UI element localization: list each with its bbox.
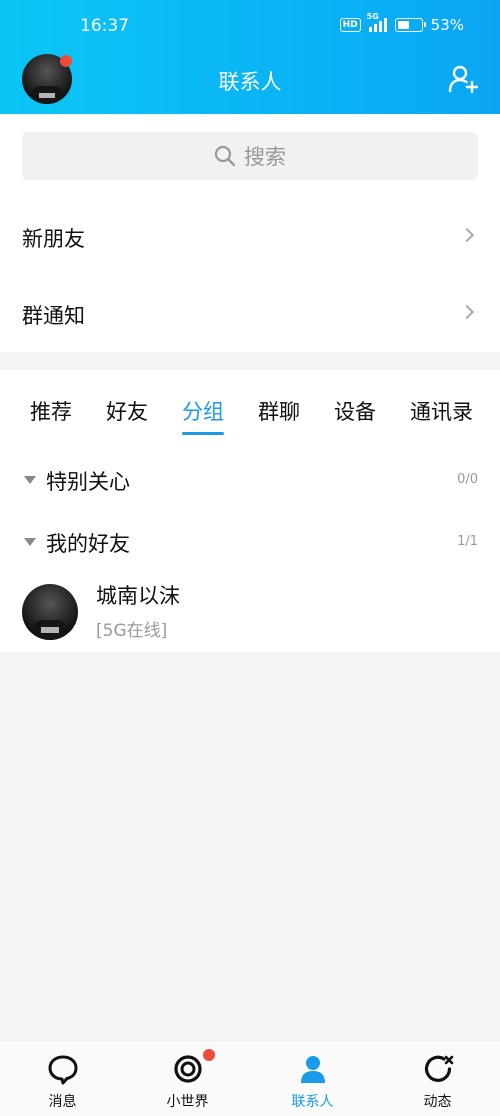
group-name: 特别关心: [46, 470, 130, 494]
group-my-friends[interactable]: 我的好友 1/1: [0, 516, 500, 568]
chevron-right-icon: [459, 227, 475, 243]
nav-label: 动态: [423, 1094, 452, 1110]
group-name: 我的好友: [46, 532, 130, 556]
contacts-list-section: 推荐 好友 分组 群聊 设备 通讯录 特别关心 0/0 我的好友 1/1 城南以…: [0, 370, 500, 652]
battery-percent: 53%: [430, 16, 464, 34]
top-section: 搜索 新朋友 群通知: [0, 114, 500, 352]
nav-label: 消息: [48, 1094, 77, 1110]
nav-moments[interactable]: 动态: [375, 1041, 500, 1116]
bottom-nav: 消息 小世界 联系人 动态: [0, 1040, 500, 1116]
tab-friends[interactable]: 好友: [106, 396, 148, 426]
tab-recommend[interactable]: 推荐: [30, 396, 72, 426]
nav-small-world[interactable]: 小世界: [125, 1041, 250, 1116]
hd-icon: HD: [339, 18, 361, 32]
nav-label: 联系人: [291, 1094, 334, 1110]
search-icon: [214, 145, 236, 167]
tab-devices[interactable]: 设备: [334, 396, 376, 426]
contact-name: 城南以沫: [96, 584, 180, 608]
contact-person-icon: [301, 1056, 325, 1083]
search-placeholder: 搜索: [244, 145, 286, 169]
status-time: 16:37: [80, 16, 129, 36]
status-indicators: HD 5G 53%: [339, 12, 464, 34]
collapse-triangle-icon: [24, 476, 36, 484]
signal-icon: 5G: [367, 12, 387, 32]
network-type: 5G: [366, 12, 379, 21]
chat-bubble-icon: [48, 1055, 78, 1085]
group-notice-row[interactable]: 群通知: [0, 285, 500, 345]
page-title: 联系人: [218, 70, 282, 94]
tab-bar: 推荐 好友 分组 群聊 设备 通讯录: [0, 370, 500, 450]
search-bar[interactable]: 搜索: [22, 132, 478, 180]
add-friend-icon[interactable]: [448, 64, 478, 94]
tab-groups[interactable]: 分组: [182, 396, 224, 426]
nav-label: 小世界: [166, 1094, 209, 1110]
active-tab-indicator: [182, 432, 224, 435]
new-friends-row[interactable]: 新朋友: [0, 208, 500, 268]
group-notice-label: 群通知: [22, 304, 85, 328]
battery-icon: [394, 18, 426, 32]
nav-badge: [203, 1049, 215, 1061]
new-friends-label: 新朋友: [22, 227, 85, 251]
chevron-right-icon: [459, 304, 475, 320]
refresh-star-icon: [424, 1055, 454, 1082]
group-count: 1/1: [457, 534, 478, 549]
contact-status: [5G在线]: [96, 621, 168, 641]
nav-messages[interactable]: 消息: [0, 1041, 125, 1116]
status-bar: 16:37 HD 5G 53%: [0, 0, 500, 52]
group-count: 0/0: [457, 472, 478, 487]
tab-address-book[interactable]: 通讯录: [410, 396, 473, 426]
group-special-care[interactable]: 特别关心 0/0: [0, 454, 500, 506]
nav-contacts[interactable]: 联系人: [250, 1041, 375, 1116]
contact-avatar[interactable]: [22, 584, 78, 640]
contact-row[interactable]: 城南以沫 [5G在线]: [0, 578, 500, 650]
header-bar: 16:37 HD 5G 53% 联系人: [0, 0, 500, 114]
tab-group-chats[interactable]: 群聊: [258, 396, 300, 426]
collapse-triangle-icon: [24, 538, 36, 546]
world-ring-icon: [174, 1055, 202, 1083]
